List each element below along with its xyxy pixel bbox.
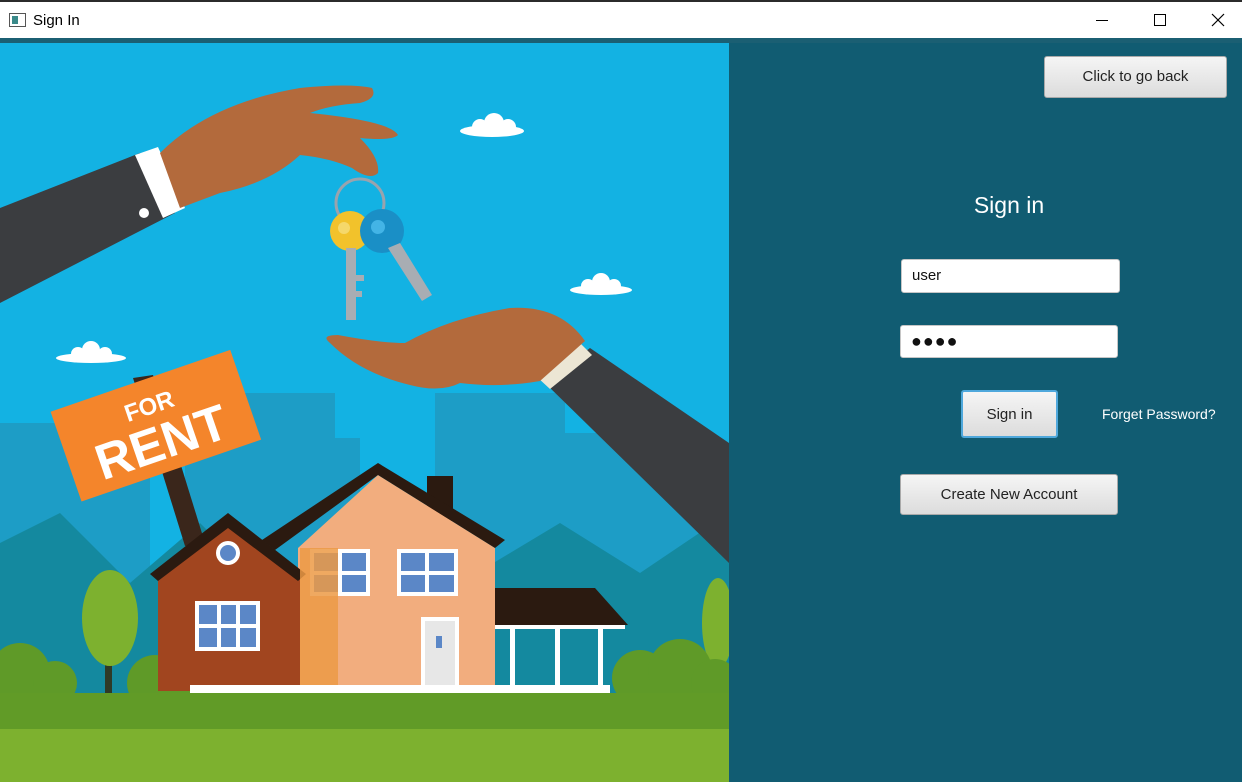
minimize-button[interactable] xyxy=(1073,2,1131,38)
rent-illustration-svg: FOR RENT xyxy=(0,85,729,782)
rent-illustration: FOR RENT xyxy=(0,43,729,782)
maximize-button[interactable] xyxy=(1131,2,1189,38)
create-account-button[interactable]: Create New Account xyxy=(900,474,1118,515)
cloud xyxy=(460,113,524,137)
upper-hand xyxy=(160,85,398,208)
minimize-icon xyxy=(1096,20,1108,21)
house-base xyxy=(190,685,610,693)
cloud xyxy=(56,341,126,363)
app-window-icon xyxy=(9,13,26,27)
window-title: Sign In xyxy=(33,12,80,29)
close-button[interactable] xyxy=(1189,2,1242,38)
password-field[interactable]: ●●●● xyxy=(900,325,1118,358)
grass-front xyxy=(0,729,729,782)
username-field[interactable]: user xyxy=(901,259,1120,293)
sign-in-button[interactable]: Sign in xyxy=(961,390,1058,438)
cufflink xyxy=(139,208,149,218)
sign-in-panel: Click to go back Sign in user ●●●● Sign … xyxy=(729,43,1242,782)
sign-in-heading: Sign in xyxy=(973,192,1045,218)
title-bar: Sign In xyxy=(0,0,1242,38)
forget-password-link[interactable]: Forget Password? xyxy=(1102,406,1216,422)
keys xyxy=(330,177,432,320)
cloud xyxy=(570,273,632,295)
close-icon xyxy=(1211,13,1225,27)
go-back-button[interactable]: Click to go back xyxy=(1044,56,1227,98)
grass-back xyxy=(0,693,729,733)
maximize-icon xyxy=(1154,14,1166,26)
